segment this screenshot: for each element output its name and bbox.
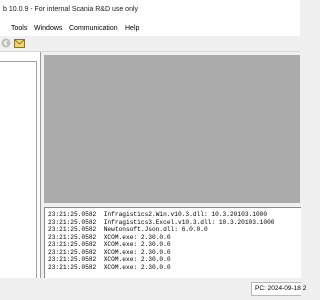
log-message: Infragistics2.Win.v10.3.dll: 10.3.20103.…	[103, 211, 268, 218]
log-message: Newtonsoft.Json.dll: 6.0.0.0	[103, 226, 208, 233]
status-field: PC: 2024-09-18 2	[251, 282, 306, 296]
log-time: 23:21:25.0582	[48, 256, 97, 263]
navigation-tree[interactable]	[0, 61, 37, 289]
toolbar	[0, 36, 300, 52]
log-message: XCOM.exe: 2.30.0.0	[103, 233, 171, 241]
log-panel[interactable]: 23:21:25.0582 Infragistics2.Win.v10.3.dl…	[44, 207, 301, 278]
title-bar[interactable]: b 10.0.9 - For internal Scania R&D use o…	[0, 0, 300, 22]
log-time: 23:21:25.0582	[48, 226, 97, 233]
log-row: 23:21:25.0582 XCOM.exe: 2.30.0.0	[48, 264, 171, 271]
status-text: PC: 2024-09-18 2	[255, 285, 307, 292]
back-icon[interactable]	[1, 38, 11, 48]
log-time: 23:21:25.0582	[48, 241, 97, 248]
log-time: 23:21:25.0582	[48, 218, 97, 226]
menu-windows[interactable]: Windows	[34, 25, 62, 32]
log-time: 23:21:25.0582	[48, 233, 97, 241]
log-message: XCOM.exe: 2.30.0.0	[103, 248, 171, 256]
window-title: b 10.0.9 - For internal Scania R&D use o…	[3, 6, 139, 13]
log-row: 23:21:25.0582 Infragistics3.Excel.v10.3.…	[48, 219, 275, 226]
log-row: 23:21:25.0582 Infragistics2.Win.v10.3.dl…	[48, 211, 267, 218]
log-time: 23:21:25.0582	[48, 211, 97, 218]
log-time: 23:21:25.0582	[48, 248, 97, 256]
log-message: Infragistics3.Excel.v10.3.dll: 10.3.2010…	[103, 218, 275, 226]
menu-communication[interactable]: Communication	[69, 25, 118, 32]
menu-bar: Tools Windows Communication Help	[0, 22, 300, 37]
log-row: 23:21:25.0582 XCOM.exe: 2.30.0.0	[48, 241, 171, 248]
log-row: 23:21:25.0582 XCOM.exe: 2.30.0.0	[48, 234, 171, 241]
log-row: 23:21:25.0582 XCOM.exe: 2.30.0.0	[48, 249, 171, 256]
navigation-pane[interactable]	[0, 52, 41, 289]
menu-tools[interactable]: Tools	[11, 25, 27, 32]
log-message: XCOM.exe: 2.30.0.0	[103, 256, 171, 263]
log-message: XCOM.exe: 2.30.0.0	[103, 241, 171, 248]
menu-help[interactable]: Help	[125, 25, 139, 32]
log-time: 23:21:25.0582	[48, 263, 97, 271]
workspace-area	[44, 55, 300, 203]
mail-icon[interactable]	[14, 39, 25, 48]
log-row: 23:21:25.0582 XCOM.exe: 2.30.0.0	[48, 256, 171, 263]
log-message: XCOM.exe: 2.30.0.0	[103, 263, 171, 271]
log-row: 23:21:25.0582 Newtonsoft.Json.dll: 6.0.0…	[48, 226, 208, 233]
